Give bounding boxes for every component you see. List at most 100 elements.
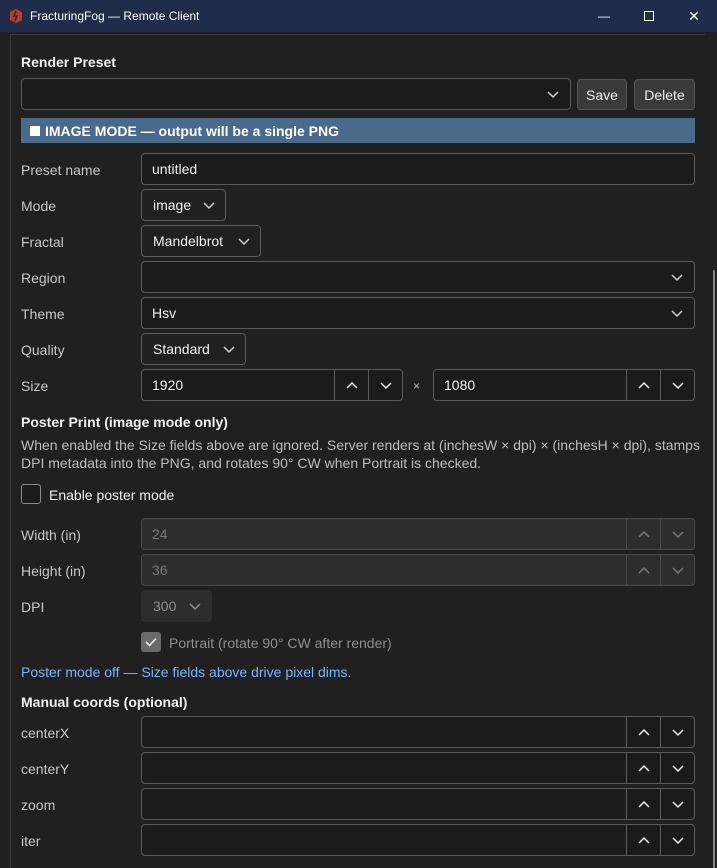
iter-label: iter — [21, 833, 41, 849]
poster-height-stepper[interactable]: 36 — [141, 554, 695, 586]
region-dropdown[interactable] — [141, 261, 695, 293]
chevron-up-icon — [637, 836, 650, 844]
enable-poster-label[interactable]: Enable poster mode — [49, 487, 174, 503]
chevron-down-icon — [671, 765, 684, 773]
chevron-down-icon — [547, 91, 559, 99]
fractal-dropdown[interactable]: Mandelbrot — [141, 225, 261, 257]
fractal-value: Mandelbrot — [153, 233, 224, 249]
poster-height-value[interactable]: 36 — [142, 555, 626, 585]
scrollbar-thumb[interactable] — [713, 270, 715, 868]
chevron-down-icon — [671, 837, 684, 845]
dpi-label: DPI — [21, 599, 45, 615]
size-height-value[interactable]: 1080 — [434, 370, 626, 400]
increment-button[interactable] — [626, 789, 660, 819]
centerx-value[interactable] — [142, 717, 626, 747]
iter-stepper[interactable] — [141, 824, 695, 856]
size-label: Size — [21, 378, 49, 394]
mode-label: Mode — [21, 198, 57, 214]
chevron-down-icon — [379, 382, 392, 390]
chevron-down-icon — [238, 238, 250, 246]
chevron-down-icon — [671, 729, 684, 737]
preset-name-label: Preset name — [21, 162, 101, 178]
portrait-checkbox[interactable] — [141, 632, 161, 652]
centery-stepper[interactable] — [141, 752, 695, 784]
chevron-down-icon — [671, 801, 684, 809]
chevron-up-icon — [637, 728, 650, 736]
quality-label: Quality — [21, 342, 65, 358]
zoom-value[interactable] — [142, 789, 626, 819]
centerx-stepper[interactable] — [141, 716, 695, 748]
size-separator: × — [413, 379, 421, 393]
theme-value: Hsv — [152, 305, 177, 321]
size-height-stepper[interactable]: 1080 — [433, 369, 695, 401]
chevron-down-icon — [671, 310, 683, 318]
preset-name-input[interactable]: untitled — [141, 153, 695, 185]
close-button[interactable]: ✕ — [671, 0, 717, 32]
chevron-down-icon — [203, 202, 215, 210]
chevron-down-icon — [223, 346, 235, 354]
chevron-down-icon — [189, 603, 201, 611]
zoom-label: zoom — [21, 797, 56, 813]
minimize-icon: — — [598, 9, 610, 23]
poster-description: When enabled the Size fields above are i… — [21, 437, 700, 471]
dpi-value: 300 — [153, 598, 177, 614]
minimize-button[interactable]: — — [581, 0, 627, 32]
increment-button[interactable] — [626, 825, 660, 855]
square-icon — [30, 125, 40, 136]
chevron-up-icon — [637, 381, 650, 389]
size-width-value[interactable]: 1920 — [142, 370, 334, 400]
mode-dropdown[interactable]: image — [141, 189, 226, 221]
increment-button[interactable] — [626, 370, 660, 400]
maximize-icon — [644, 11, 654, 21]
decrement-button[interactable] — [660, 555, 694, 585]
increment-button[interactable] — [626, 753, 660, 783]
window-title: FracturingFog — Remote Client — [30, 9, 200, 23]
poster-width-value[interactable]: 24 — [142, 519, 626, 549]
quality-value: Standard — [153, 341, 210, 357]
chevron-down-icon — [671, 274, 683, 282]
chevron-down-icon — [671, 382, 684, 390]
decrement-button[interactable] — [660, 753, 694, 783]
scrollbar-track[interactable] — [706, 32, 717, 868]
app-logo-icon — [10, 9, 22, 23]
theme-label: Theme — [21, 306, 65, 322]
iter-value[interactable] — [142, 825, 626, 855]
decrement-button[interactable] — [660, 789, 694, 819]
size-width-stepper[interactable]: 1920 — [141, 369, 403, 401]
poster-width-stepper[interactable]: 24 — [141, 518, 695, 550]
increment-button[interactable] — [626, 717, 660, 747]
decrement-button[interactable] — [660, 825, 694, 855]
chevron-down-icon — [671, 531, 684, 539]
theme-dropdown[interactable]: Hsv — [141, 297, 695, 329]
mode-banner-text: IMAGE MODE — output will be a single PNG — [45, 122, 340, 139]
poster-height-label: Height (in) — [21, 563, 86, 579]
poster-status-text: Poster mode off — Size fields above driv… — [21, 664, 352, 680]
increment-button[interactable] — [334, 370, 368, 400]
quality-dropdown[interactable]: Standard — [141, 333, 246, 365]
save-button[interactable]: Save — [577, 79, 627, 110]
portrait-label[interactable]: Portrait (rotate 90° CW after render) — [169, 635, 392, 651]
increment-button[interactable] — [626, 519, 660, 549]
chevron-down-icon — [671, 567, 684, 575]
centery-value[interactable] — [142, 753, 626, 783]
close-icon: ✕ — [688, 7, 700, 24]
chevron-up-icon — [345, 381, 358, 389]
preset-name-value: untitled — [152, 161, 198, 177]
chevron-up-icon — [637, 764, 650, 772]
render-preset-select[interactable] — [21, 78, 571, 110]
decrement-button[interactable] — [660, 370, 694, 400]
zoom-stepper[interactable] — [141, 788, 695, 820]
dpi-dropdown[interactable]: 300 — [141, 590, 212, 622]
decrement-button[interactable] — [660, 519, 694, 549]
decrement-button[interactable] — [660, 717, 694, 747]
delete-button[interactable]: Delete — [634, 79, 695, 110]
poster-print-title: Poster Print (image mode only) — [21, 414, 228, 430]
chevron-up-icon — [637, 530, 650, 538]
maximize-button[interactable] — [626, 0, 672, 32]
mode-value: image — [153, 197, 192, 213]
decrement-button[interactable] — [368, 370, 402, 400]
mode-banner: IMAGE MODE — output will be a single PNG — [21, 118, 695, 143]
enable-poster-checkbox[interactable] — [21, 484, 41, 504]
checkmark-icon — [145, 637, 157, 647]
increment-button[interactable] — [626, 555, 660, 585]
